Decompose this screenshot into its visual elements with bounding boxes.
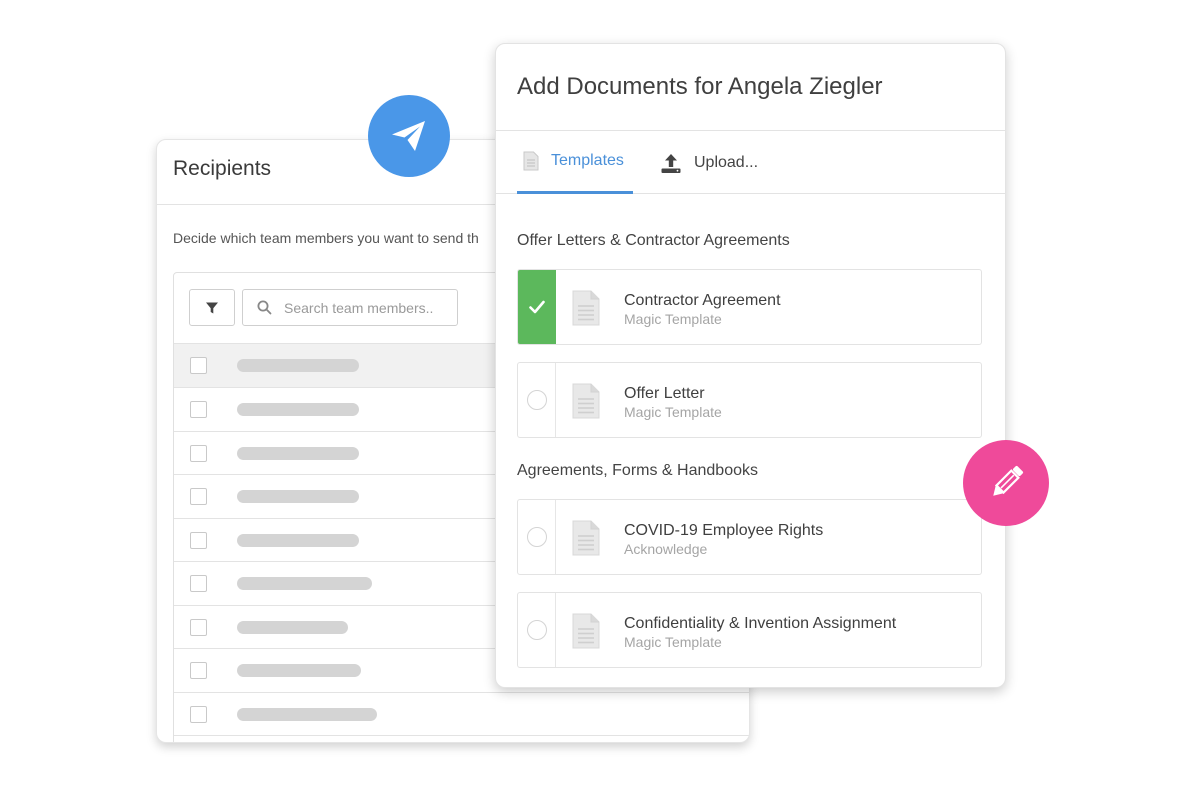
- edit-bubble: [963, 440, 1049, 526]
- row-checkbox[interactable]: [190, 488, 207, 505]
- table-row[interactable]: [174, 735, 749, 742]
- upload-icon: [660, 152, 682, 174]
- doc-item-covid-rights[interactable]: COVID-19 Employee Rights Acknowledge: [517, 499, 982, 575]
- search-icon: [257, 300, 272, 315]
- name-placeholder-bar: [237, 490, 359, 503]
- table-row[interactable]: [174, 691, 749, 736]
- doc-item-confidentiality[interactable]: Confidentiality & Invention Assignment M…: [517, 592, 982, 668]
- radio-button[interactable]: [526, 390, 547, 410]
- send-bubble: [368, 95, 450, 177]
- doc-name: COVID-19 Employee Rights: [624, 522, 824, 539]
- name-placeholder-bar: [237, 533, 359, 547]
- doc-item-offer-letter[interactable]: Offer Letter Magic Template: [517, 362, 982, 438]
- doc-subtitle: Magic Template: [624, 634, 722, 650]
- name-placeholder-bar: [237, 620, 348, 634]
- name-placeholder-bar: [237, 664, 361, 677]
- add-documents-dialog: Add Documents for Angela Ziegler Templat…: [495, 43, 1006, 688]
- name-placeholder-bar: [237, 707, 377, 721]
- row-checkbox[interactable]: [190, 618, 207, 636]
- recipients-description: Decide which team members you want to se…: [173, 230, 479, 246]
- select-all-checkbox[interactable]: [190, 357, 207, 374]
- pencil-icon: [993, 465, 1024, 496]
- file-icon: [572, 290, 600, 326]
- name-placeholder-bar: [237, 403, 359, 416]
- file-icon: [572, 520, 600, 556]
- filter-button[interactable]: [189, 289, 235, 326]
- tab-upload[interactable]: Upload...: [660, 131, 758, 194]
- doc-name: Confidentiality & Invention Assignment: [624, 615, 897, 632]
- stage: Recipients Decide which team members you…: [0, 0, 1200, 800]
- document-icon: [523, 151, 539, 171]
- select-radio[interactable]: [518, 593, 556, 667]
- doc-subtitle: Acknowledge: [624, 541, 708, 557]
- doc-name: Contractor Agreement: [624, 292, 781, 309]
- row-checkbox[interactable]: [190, 705, 207, 723]
- tab-templates-label: Templates: [551, 152, 624, 169]
- doc-item-contractor-agreement[interactable]: Contractor Agreement Magic Template: [517, 269, 982, 345]
- doc-subtitle: Magic Template: [624, 404, 722, 420]
- filter-icon: [206, 302, 218, 313]
- dialog-title: Add Documents for Angela Ziegler: [496, 44, 1005, 131]
- check-icon: [528, 300, 545, 314]
- radio-button[interactable]: [526, 527, 547, 547]
- select-radio[interactable]: [518, 500, 556, 574]
- file-icon: [572, 383, 600, 419]
- section-title-offer-letters: Offer Letters & Contractor Agreements: [517, 232, 790, 249]
- doc-subtitle: Magic Template: [624, 311, 722, 327]
- tab-templates[interactable]: Templates: [517, 131, 633, 194]
- file-icon: [572, 613, 600, 649]
- select-radio[interactable]: [518, 363, 556, 437]
- search-field[interactable]: [242, 289, 458, 326]
- row-checkbox[interactable]: [190, 444, 207, 462]
- search-input[interactable]: [282, 298, 452, 317]
- name-placeholder-bar: [237, 446, 359, 460]
- row-checkbox[interactable]: [190, 575, 207, 592]
- row-checkbox[interactable]: [190, 531, 207, 549]
- header-placeholder-bar: [237, 359, 359, 372]
- tab-bar: Templates Upload...: [496, 131, 1005, 194]
- tab-upload-label: Upload...: [694, 153, 759, 171]
- selected-checkbox[interactable]: [518, 270, 556, 344]
- section-title-agreements: Agreements, Forms & Handbooks: [517, 462, 758, 479]
- paper-plane-icon: [392, 121, 425, 151]
- name-placeholder-bar: [237, 577, 372, 590]
- row-checkbox[interactable]: [190, 662, 207, 679]
- row-checkbox[interactable]: [190, 401, 207, 418]
- doc-name: Offer Letter: [624, 385, 705, 402]
- radio-button[interactable]: [526, 620, 547, 640]
